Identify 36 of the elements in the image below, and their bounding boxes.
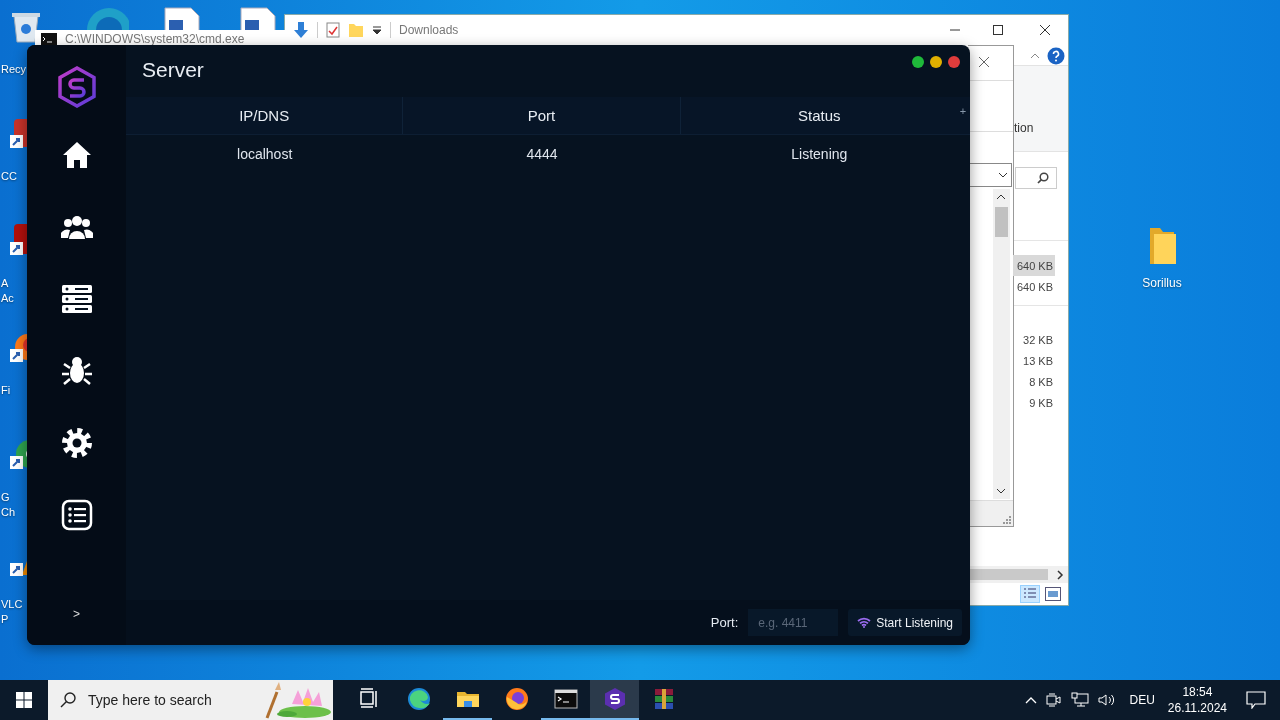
icon-label: P bbox=[1, 612, 10, 627]
port-label: Port: bbox=[710, 615, 739, 630]
icon-label: Recy bbox=[1, 62, 27, 77]
table-cell-text: localhost bbox=[236, 145, 294, 164]
language-indicator[interactable]: DEU bbox=[1129, 693, 1155, 707]
icon-label: Ch bbox=[1, 505, 16, 520]
ribbon-label: tion bbox=[1014, 121, 1034, 135]
file-size: 640 KB bbox=[1013, 255, 1055, 276]
file-size: 13 KB bbox=[1022, 353, 1054, 369]
column-header: Status bbox=[797, 106, 842, 126]
file-size: 9 KB bbox=[1028, 395, 1054, 411]
clock-date[interactable]: 26.11.2024 bbox=[1167, 700, 1227, 716]
icon-label: Ac bbox=[1, 291, 14, 306]
column-header: IP/DNS bbox=[126, 97, 404, 134]
table-cell-text: Listening bbox=[790, 145, 849, 164]
port-field[interactable]: e.g. 4411 bbox=[748, 609, 839, 636]
file-size: 8 KB bbox=[1028, 374, 1054, 390]
window-title: Downloads bbox=[399, 23, 459, 37]
file-size: 640 KB bbox=[1015, 279, 1054, 295]
search-placeholder: Type here to search bbox=[88, 692, 212, 708]
icon-label: A bbox=[1, 276, 10, 291]
icon-label: Sorillus bbox=[1142, 276, 1182, 291]
page-title: Server bbox=[142, 58, 204, 82]
window-title: C:\WINDOWS\system32\cmd.exe bbox=[65, 33, 245, 45]
search-field[interactable]: Type here to search bbox=[48, 680, 333, 720]
file-size: 32 KB bbox=[1022, 332, 1054, 348]
start-listening-button[interactable]: Start Listening bbox=[848, 609, 962, 636]
column-header: Port bbox=[403, 97, 681, 134]
add-button[interactable]: + bbox=[958, 105, 968, 117]
icon-label: Fi bbox=[1, 383, 11, 398]
table-cell-text: 4444 bbox=[525, 145, 559, 164]
icon-label: VLC bbox=[1, 597, 23, 612]
clock-time[interactable]: 18:54 bbox=[1182, 684, 1213, 700]
expand-button[interactable]: > bbox=[69, 605, 84, 623]
icon-label: CC bbox=[1, 169, 17, 184]
icon-label: G bbox=[1, 490, 11, 505]
